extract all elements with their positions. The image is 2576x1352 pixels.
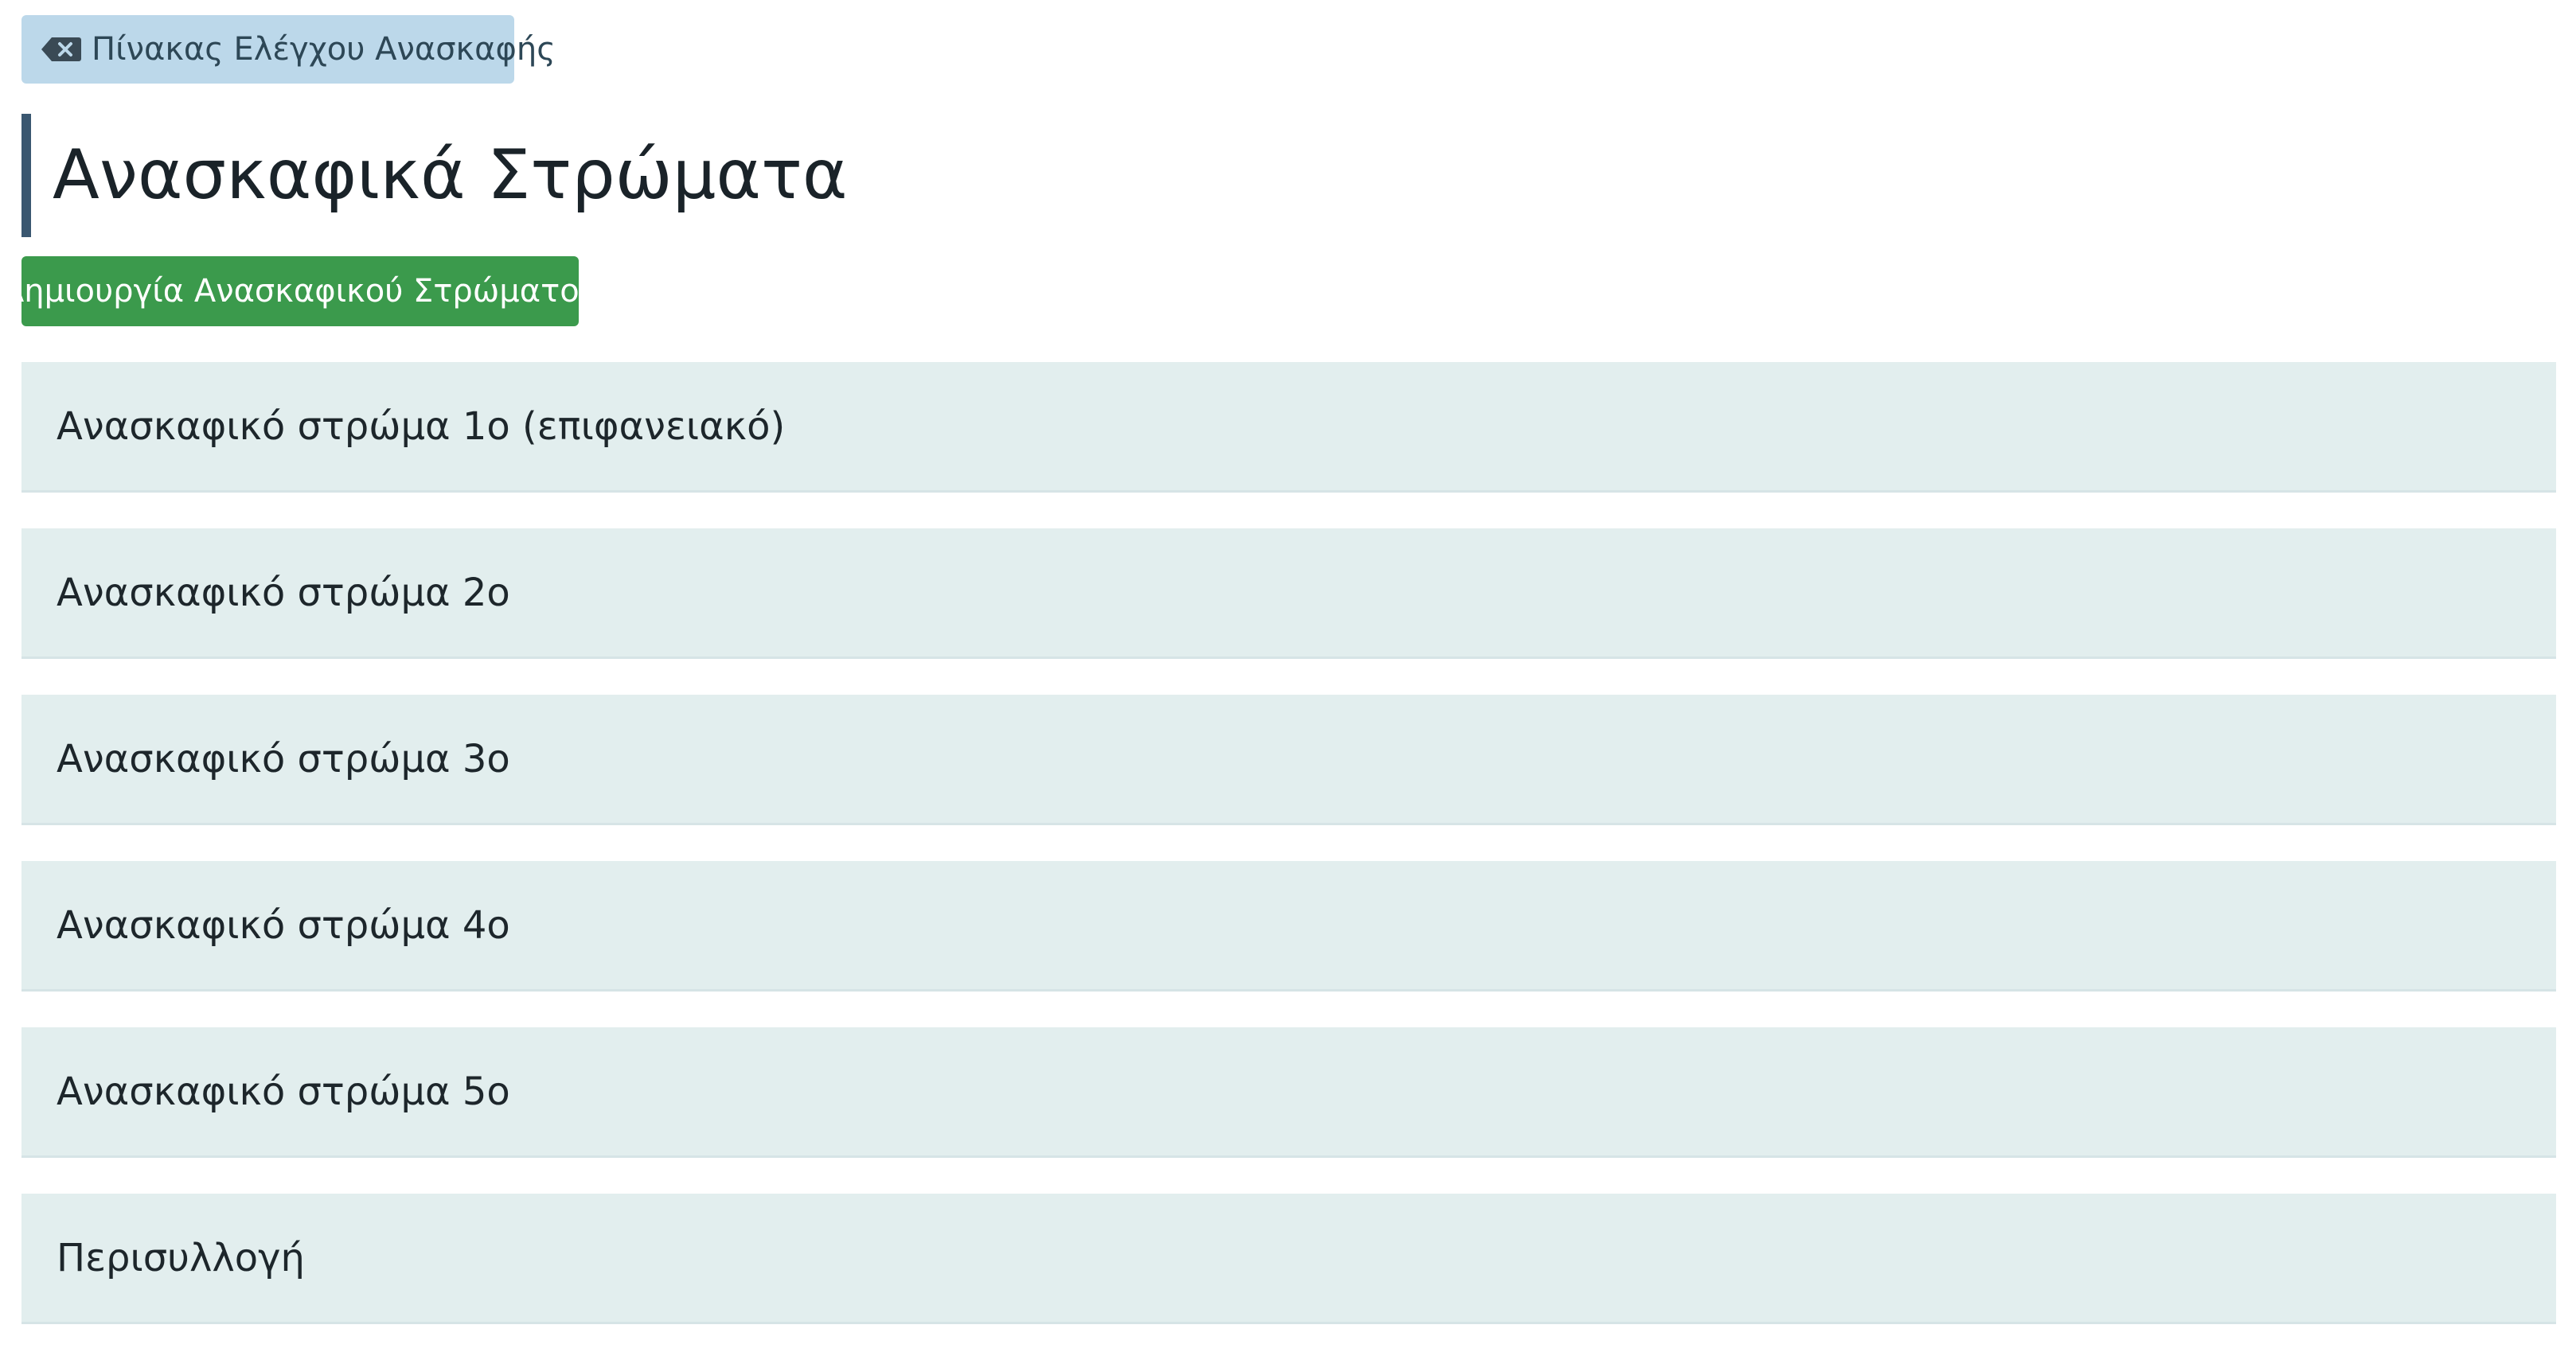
list-item-layer-1[interactable]: Ανασκαφικό στρώμα 1ο (επιφανειακό) xyxy=(21,362,2556,493)
create-button-label: Δημιουργία Ανασκαφικού Στρώματος xyxy=(2,273,599,310)
list-item-label: Ανασκαφικό στρώμα 4ο xyxy=(57,902,510,948)
back-to-dashboard-button[interactable]: Πίνακας Ελέγχου Ανασκαφής xyxy=(21,15,556,84)
list-item-label: Ανασκαφικό στρώμα 3ο xyxy=(57,736,510,781)
create-layer-button[interactable]: Δημιουργία Ανασκαφικού Στρώματος xyxy=(2,256,598,326)
page-title: Ανασκαφικά Στρώματα xyxy=(53,135,848,215)
list-item-layer-5[interactable]: Ανασκαφικό στρώμα 5ο xyxy=(21,1027,2556,1158)
list-item-layer-4[interactable]: Ανασκαφικό στρώμα 4ο xyxy=(21,861,2556,992)
list-item-label: Ανασκαφικό στρώμα 5ο xyxy=(57,1069,510,1114)
list-item-collection[interactable]: Περισυλλογή xyxy=(21,1194,2556,1324)
list-item-label: Περισυλλογή xyxy=(57,1235,305,1280)
back-button-label: Πίνακας Ελέγχου Ανασκαφής xyxy=(92,31,556,68)
list-item-layer-3[interactable]: Ανασκαφικό στρώμα 3ο xyxy=(21,695,2556,825)
backspace-icon xyxy=(41,36,82,63)
layer-list: Ανασκαφικό στρώμα 1ο (επιφανειακό) Ανασκ… xyxy=(21,362,2556,1352)
list-item-label: Ανασκαφικό στρώμα 2ο xyxy=(57,570,510,615)
title-accent-bar xyxy=(21,114,31,237)
list-item-layer-2[interactable]: Ανασκαφικό στρώμα 2ο xyxy=(21,528,2556,659)
page: Πίνακας Ελέγχου Ανασκαφής Ανασκαφικά Στρ… xyxy=(0,0,2576,1352)
list-item-label: Ανασκαφικό στρώμα 1ο (επιφανειακό) xyxy=(57,403,786,449)
